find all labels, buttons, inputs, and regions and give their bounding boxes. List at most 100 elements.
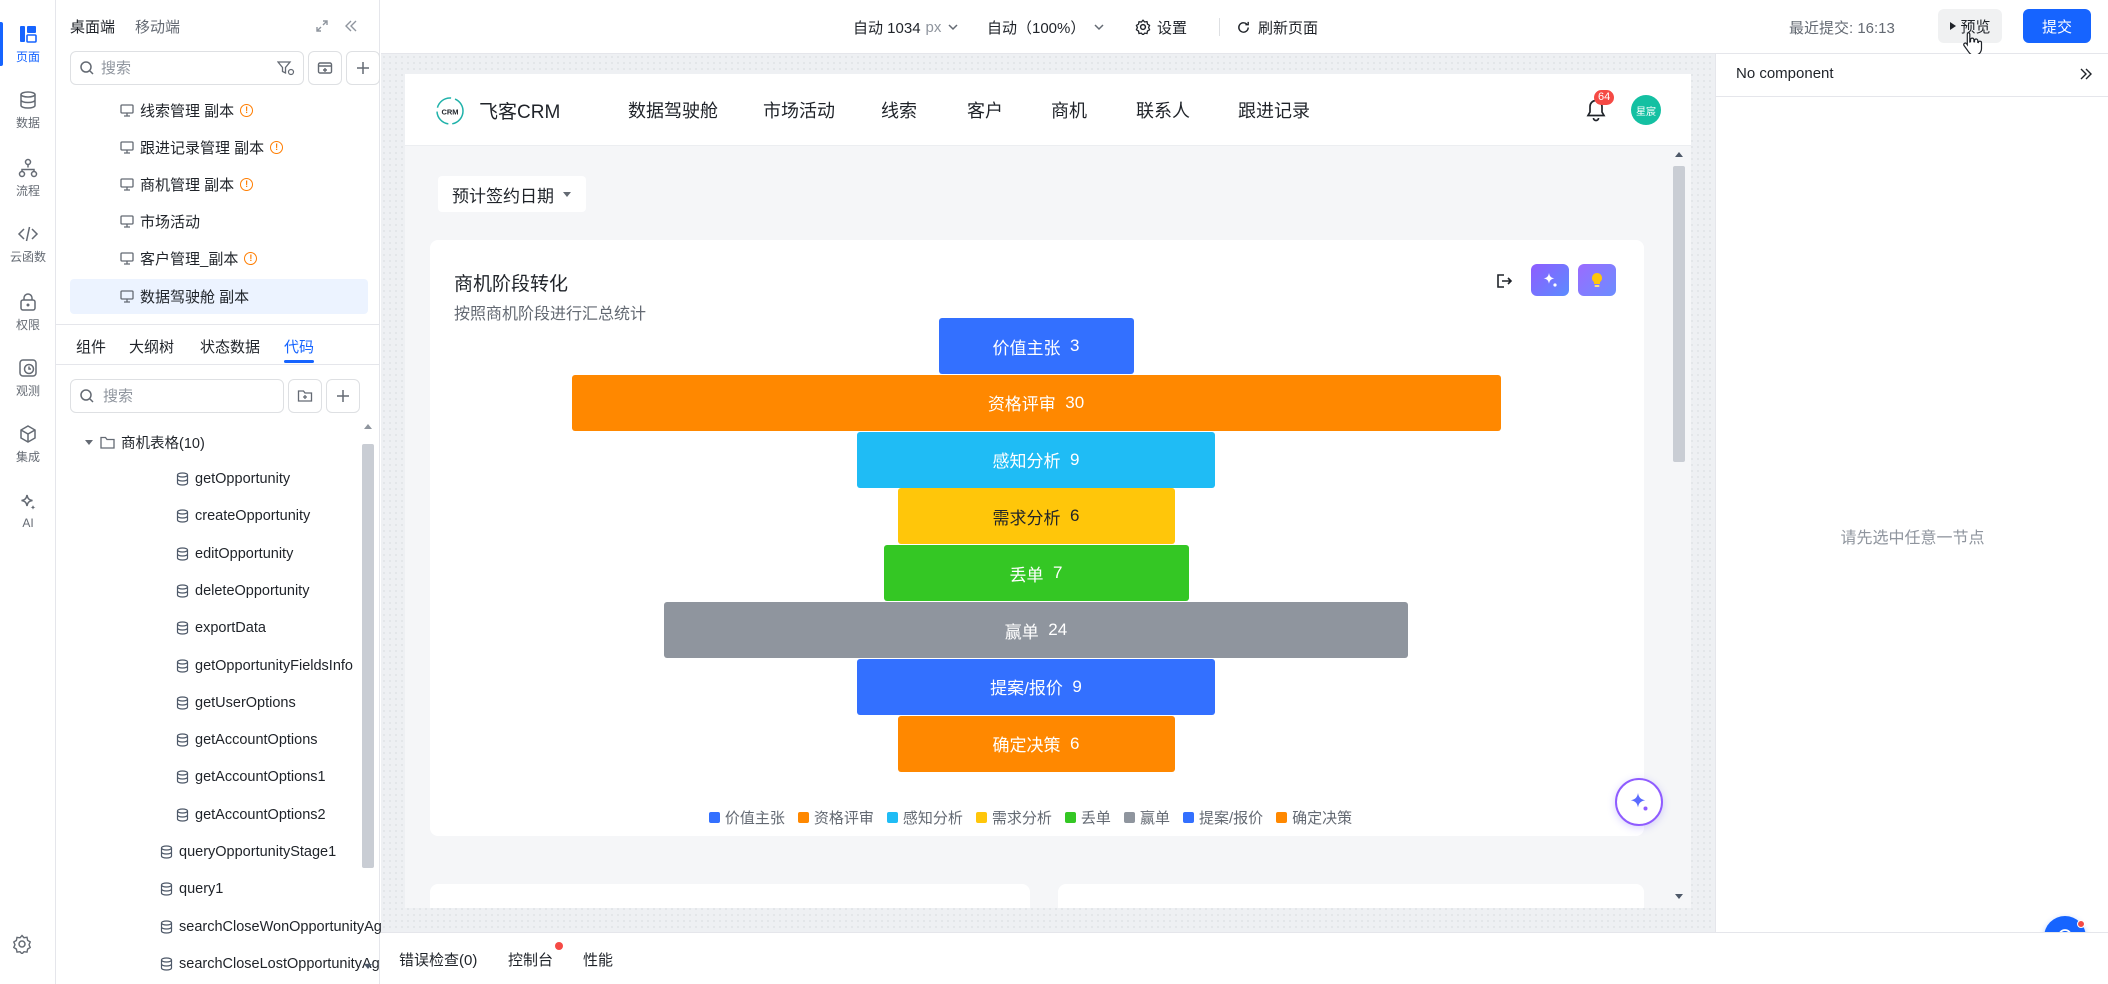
tree-folder[interactable]: 商机表格(10)	[84, 424, 205, 460]
tab-mobile[interactable]: 移动端	[135, 16, 180, 37]
tab-state-data[interactable]: 状态数据	[200, 336, 260, 357]
legend-item[interactable]: 价值主张	[708, 807, 785, 827]
funnel-bar[interactable]: 感知分析 9	[857, 431, 1215, 488]
insight-button[interactable]	[1578, 264, 1616, 296]
api-item[interactable]: deleteOpportunity	[176, 573, 309, 609]
tab-console[interactable]: 控制台	[508, 933, 553, 984]
rail-item-ai[interactable]: AI	[0, 482, 56, 540]
settings-button[interactable]: 设置	[1135, 0, 1187, 54]
tab-desktop[interactable]: 桌面端	[70, 16, 115, 37]
api-item[interactable]: editOpportunity	[176, 536, 293, 572]
tab-outline-tree[interactable]: 大纲树	[129, 336, 174, 357]
divider	[1716, 96, 2108, 97]
page-item[interactable]: 市场活动	[70, 204, 368, 239]
legend-item[interactable]: 确定决策	[1276, 807, 1352, 827]
expand-button[interactable]	[315, 19, 329, 33]
add-folder-button[interactable]	[308, 51, 342, 85]
rail-item-data[interactable]: 数据	[0, 80, 56, 138]
refresh-button[interactable]: 刷新页面	[1236, 0, 1318, 54]
legend-item[interactable]: 资格评审	[797, 807, 874, 827]
collapse-panel-button[interactable]	[344, 19, 358, 33]
funnel-bar[interactable]: 需求分析 6	[897, 488, 1175, 545]
export-button[interactable]	[1495, 272, 1513, 290]
legend-item[interactable]: 赢单	[1123, 807, 1170, 827]
api-item[interactable]: getOpportunity	[176, 461, 290, 497]
api-item[interactable]: createOpportunity	[176, 498, 310, 534]
page-item[interactable]: 跟进记录管理 副本!	[70, 130, 368, 165]
database-icon	[176, 808, 189, 822]
api-item[interactable]: getAccountOptions2	[176, 797, 326, 833]
api-item[interactable]: getUserOptions	[176, 685, 296, 721]
app-scrollbar[interactable]	[1671, 152, 1687, 908]
legend-item[interactable]: 需求分析	[975, 807, 1052, 827]
funnel-bar-label: 感知分析	[992, 452, 1061, 472]
nav-item[interactable]: 市场活动	[763, 74, 835, 146]
panel-title: No component	[1736, 65, 1834, 82]
funnel-bar[interactable]: 丢单 7	[883, 545, 1189, 602]
page-item[interactable]: 客户管理_副本!	[70, 241, 368, 276]
api-item[interactable]: getOpportunityFieldsInfo	[176, 648, 353, 684]
zoom-select[interactable]: 自动（100%）	[987, 0, 1105, 54]
database-icon	[176, 472, 189, 486]
funnel-bar[interactable]: 确定决策 6	[897, 715, 1175, 772]
funnel-bar-label: 确定决策	[992, 736, 1061, 756]
filter-icon[interactable]	[277, 60, 295, 76]
funnel-bar[interactable]: 价值主张 3	[938, 318, 1134, 374]
nav-item[interactable]: 联系人	[1136, 74, 1190, 146]
query-item[interactable]: query1	[160, 871, 223, 907]
submit-button[interactable]: 提交	[2023, 9, 2091, 43]
tab-error-check[interactable]: 错误检查(0)	[399, 933, 477, 984]
legend-item[interactable]: 提案/报价	[1182, 807, 1263, 827]
tab-code[interactable]: 代码	[284, 336, 314, 357]
nav-item[interactable]: 商机	[1051, 74, 1087, 146]
avatar[interactable]: 星宸	[1631, 95, 1661, 125]
query-item[interactable]: searchCloseLostOpportunityAg...	[160, 946, 392, 982]
nav-item[interactable]: 线索	[881, 74, 917, 146]
query-item[interactable]: queryOpportunityStage1	[160, 834, 336, 870]
add-code-button[interactable]	[326, 379, 360, 413]
rail-item-flow[interactable]: 流程	[0, 148, 56, 206]
rail-item-observe[interactable]: 观测	[0, 348, 56, 406]
lock-icon	[20, 293, 36, 311]
page-search-input[interactable]	[101, 59, 277, 77]
tab-performance[interactable]: 性能	[583, 933, 613, 984]
page-item[interactable]: 线索管理 副本!	[70, 93, 368, 128]
ai-float-button[interactable]	[1615, 778, 1663, 826]
collapse-right-panel-button[interactable]	[2079, 67, 2093, 81]
add-code-folder-button[interactable]	[288, 379, 322, 413]
ai-assist-button[interactable]	[1531, 264, 1569, 296]
properties-panel: No component 请先选中任意一节点	[1715, 54, 2108, 958]
code-search-input[interactable]	[103, 387, 283, 405]
page-item-selected[interactable]: 数据驾驶舱 副本	[70, 279, 368, 314]
funnel-bar[interactable]: 赢单 24	[664, 602, 1408, 658]
nav-item[interactable]: 客户	[967, 74, 1003, 146]
add-page-button[interactable]	[346, 51, 380, 85]
api-item[interactable]: getAccountOptions	[176, 722, 318, 758]
hand-cursor-icon	[1963, 31, 1983, 56]
rail-item-integration[interactable]: 集成	[0, 414, 56, 472]
page-item-label: 跟进记录管理 副本	[140, 140, 265, 157]
tree-scrollbar[interactable]	[360, 424, 376, 972]
funnel-bar-value: 6	[1069, 506, 1080, 526]
legend-swatch	[886, 811, 898, 823]
rail-item-permission[interactable]: 权限	[0, 282, 56, 340]
funnel-bar[interactable]: 提案/报价 9	[857, 658, 1215, 715]
api-item[interactable]: exportData	[176, 610, 266, 646]
tab-components[interactable]: 组件	[76, 336, 106, 357]
width-select[interactable]: 自动 1034 px	[853, 0, 959, 54]
query-item[interactable]: searchCloseWonOpportunityAg...	[160, 909, 394, 945]
rail-item-cloud-function[interactable]: 云函数	[0, 214, 56, 272]
settings-gear-button[interactable]	[12, 934, 32, 954]
api-item[interactable]: getAccountOptions1	[176, 759, 326, 795]
nav-item[interactable]: 跟进记录	[1238, 74, 1310, 146]
funnel-bar[interactable]: 资格评审 30	[571, 374, 1501, 431]
page-item-label: 数据驾驶舱 副本	[140, 289, 250, 306]
date-filter-dropdown[interactable]: 预计签约日期	[438, 176, 586, 212]
tree-folder-label: 商机表格(10)	[121, 435, 205, 452]
legend-item[interactable]: 感知分析	[886, 807, 963, 827]
page-item[interactable]: 商机管理 副本!	[70, 167, 368, 202]
crm-logo-icon: CRM	[436, 97, 464, 125]
nav-item[interactable]: 数据驾驶舱	[628, 74, 718, 146]
legend-item[interactable]: 丢单	[1064, 807, 1111, 827]
rail-item-pages[interactable]: 页面	[0, 14, 56, 72]
